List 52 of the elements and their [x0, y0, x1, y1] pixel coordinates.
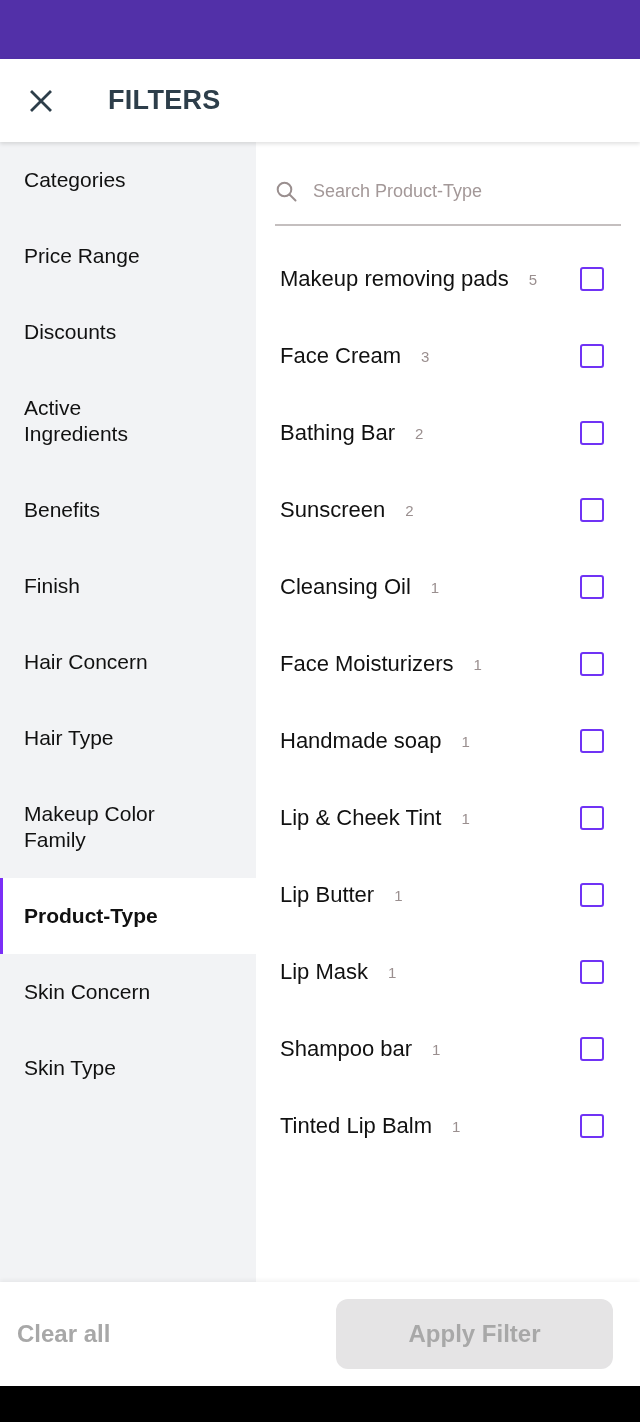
option-checkbox[interactable]	[580, 651, 604, 676]
option-checkbox[interactable]	[580, 805, 604, 830]
sidebar-item[interactable]: Skin Concern	[0, 954, 256, 1030]
option-label: Lip Mask	[280, 958, 369, 986]
sidebar-item[interactable]: Categories	[0, 142, 256, 218]
sidebar-item[interactable]: Finish	[0, 548, 256, 624]
option-count: 1	[430, 577, 440, 598]
option-count: 5	[528, 269, 538, 290]
option-checkbox[interactable]	[580, 728, 604, 753]
option-count: 1	[388, 962, 397, 983]
sidebar-item[interactable]: Skin Type	[0, 1030, 256, 1106]
option-count: 1	[394, 885, 403, 906]
option-count: 1	[461, 731, 470, 752]
option-label: Bathing Bar	[280, 419, 395, 447]
option-count: 1	[461, 808, 470, 829]
option-checkbox[interactable]	[580, 343, 604, 368]
option-checkbox[interactable]	[580, 959, 604, 984]
sidebar-item[interactable]: Benefits	[0, 472, 256, 548]
page-title: FILTERS	[108, 84, 221, 118]
sidebar-item[interactable]: Product-Type	[0, 878, 256, 954]
option-count: 2	[405, 500, 414, 521]
option-checkbox[interactable]	[580, 574, 604, 599]
option-count: 3	[421, 346, 430, 367]
sidebar-item[interactable]: Price Range	[0, 218, 256, 294]
option-checkbox[interactable]	[580, 1036, 604, 1061]
option-label: Lip Butter	[280, 881, 375, 909]
option-count: 1	[432, 1039, 441, 1060]
sidebar-item[interactable]: Active Ingredients	[0, 370, 256, 472]
option-label: Lip & Cheek Tint	[280, 804, 442, 832]
option-label: Makeup removing pads	[280, 265, 509, 293]
close-icon	[30, 89, 52, 112]
option-checkbox[interactable]	[580, 1113, 604, 1138]
sidebar-item[interactable]: Makeup Color Family	[0, 776, 256, 878]
option-label: Shampoo bar	[280, 1035, 413, 1063]
sidebar-item[interactable]: Hair Concern	[0, 624, 256, 700]
search-icon	[276, 180, 297, 202]
search-field[interactable]: Search Product-Type	[313, 171, 621, 211]
option-checkbox[interactable]	[580, 420, 604, 445]
option-count: 1	[473, 654, 482, 675]
sidebar-item[interactable]: Hair Type	[0, 700, 256, 776]
option-label: Sunscreen	[280, 496, 386, 524]
option-count: 2	[414, 423, 424, 444]
option-label: Cleansing Oil	[280, 573, 411, 601]
option-checkbox[interactable]	[580, 266, 604, 291]
option-checkbox[interactable]	[580, 882, 604, 907]
option-label: Handmade soap	[280, 727, 442, 755]
option-label: Face Cream	[280, 342, 402, 370]
option-count: 1	[452, 1116, 461, 1137]
option-label: Tinted Lip Balm	[280, 1112, 433, 1140]
option-label: Face Moisturizers	[280, 650, 454, 678]
option-checkbox[interactable]	[580, 497, 604, 522]
sidebar-item[interactable]: Discounts	[0, 294, 256, 370]
